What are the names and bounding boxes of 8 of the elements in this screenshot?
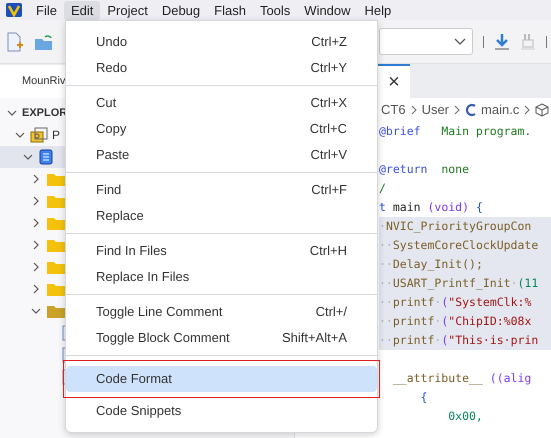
code-line: 0x00, [447,408,484,425]
code-line: __attribute__ ((alig [392,370,532,387]
tree-label: P [52,127,60,144]
code-line: t main (void) { [379,199,484,216]
code-line: { [420,389,428,406]
code-line: / [379,180,387,197]
code-line: @brief Main program. [379,123,532,140]
code-line: @return none [379,161,470,178]
